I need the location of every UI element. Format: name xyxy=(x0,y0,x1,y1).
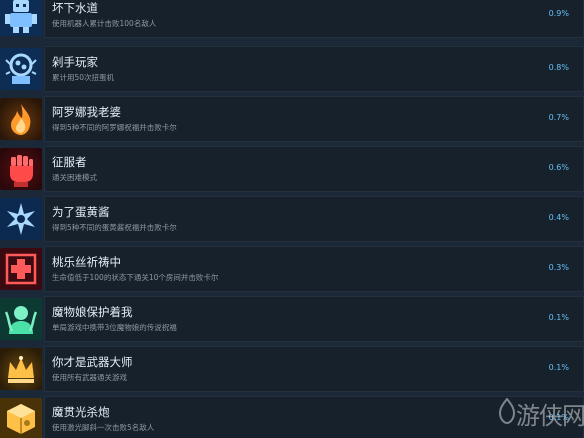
achievement-card: 魔物娘保护着我 单局游戏中携带3位魔物娘的传说祝福 0.1% xyxy=(44,296,584,342)
achievement-title: 魔物娘保护着我 xyxy=(52,305,133,319)
achievement-card: 剁手玩家 累计用50次扭蛋机 0.8% xyxy=(44,46,584,92)
crown-icon xyxy=(0,348,42,390)
achievement-title: 为了蛋黄酱 xyxy=(52,205,110,219)
achievement-percent: 0.1% xyxy=(548,313,569,322)
achievement-row[interactable]: 阿罗娜我老婆 得到5种不同的阿罗娜祝福并击败卡尔 0.7% xyxy=(0,96,584,142)
achievement-card: 坏下水道 使用机器人累计击败100名敌人 0.9% xyxy=(44,0,584,38)
achievement-row[interactable]: 魔贯光杀炮 使用激光脚斜一次击败5名敌人 0.1% xyxy=(0,396,584,438)
robot-icon xyxy=(0,0,42,36)
achievement-percent: 0.3% xyxy=(548,263,569,272)
achievement-percent: 0.8% xyxy=(548,63,569,72)
achievement-description: 得到5种不同的蛋黄酱祝福并击败卡尔 xyxy=(52,223,177,232)
achievement-row[interactable]: 你才是武器大师 使用所有武器通关游戏 0.1% xyxy=(0,346,584,392)
fist-icon xyxy=(0,148,42,190)
achievement-card: 你才是武器大师 使用所有武器通关游戏 0.1% xyxy=(44,346,584,392)
star-icon xyxy=(0,198,42,240)
achievement-row[interactable]: 桃乐丝祈祷中 生命值低于100的状态下通关10个房间并击败卡尔 0.3% xyxy=(0,246,584,292)
watermark-text: 游侠网 xyxy=(516,402,584,430)
achievement-card: 为了蛋黄酱 得到5种不同的蛋黄酱祝福并击败卡尔 0.4% xyxy=(44,196,584,242)
achievement-description: 生命值低于100的状态下通关10个房间并击败卡尔 xyxy=(52,273,219,282)
achievement-title: 征服者 xyxy=(52,155,87,169)
achievement-title: 坏下水道 xyxy=(52,1,98,15)
cross-icon xyxy=(0,248,42,290)
watermark-logo-icon xyxy=(498,398,516,424)
achievement-description: 使用机器人累计击败100名敌人 xyxy=(52,19,157,28)
achievement-description: 通关困难模式 xyxy=(52,173,97,182)
achievement-percent: 0.1% xyxy=(548,363,569,372)
flame-icon xyxy=(0,98,42,140)
achievement-card: 阿罗娜我老婆 得到5种不同的阿罗娜祝福并击败卡尔 0.7% xyxy=(44,96,584,142)
site-watermark: 游侠网 xyxy=(498,392,584,430)
achievement-card: 征服者 通关困难模式 0.6% xyxy=(44,146,584,192)
achievement-row[interactable]: 坏下水道 使用机器人累计击败100名敌人 0.9% xyxy=(0,0,584,38)
achievement-list: 坏下水道 使用机器人累计击败100名敌人 0.9% 剁手玩家 累计用50次扭蛋机… xyxy=(0,0,584,438)
achievement-percent: 0.9% xyxy=(548,9,569,18)
achievement-percent: 0.6% xyxy=(548,163,569,172)
achievement-title: 魔贯光杀炮 xyxy=(52,405,110,419)
achievement-row[interactable]: 剁手玩家 累计用50次扭蛋机 0.8% xyxy=(0,46,584,92)
monster-icon xyxy=(0,298,42,340)
achievement-title: 阿罗娜我老婆 xyxy=(52,105,121,119)
achievement-row[interactable]: 征服者 通关困难模式 0.6% xyxy=(0,146,584,192)
cube-icon xyxy=(0,398,42,438)
achievement-row[interactable]: 魔物娘保护着我 单局游戏中携带3位魔物娘的传说祝福 0.1% xyxy=(0,296,584,342)
achievement-title: 桃乐丝祈祷中 xyxy=(52,255,121,269)
achievement-description: 单局游戏中携带3位魔物娘的传说祝福 xyxy=(52,323,177,332)
achievement-percent: 0.4% xyxy=(548,213,569,222)
achievement-description: 得到5种不同的阿罗娜祝福并击败卡尔 xyxy=(52,123,177,132)
achievement-description: 累计用50次扭蛋机 xyxy=(52,73,115,82)
achievement-row[interactable]: 为了蛋黄酱 得到5种不同的蛋黄酱祝福并击败卡尔 0.4% xyxy=(0,196,584,242)
achievement-card: 桃乐丝祈祷中 生命值低于100的状态下通关10个房间并击败卡尔 0.3% xyxy=(44,246,584,292)
achievement-percent: 0.7% xyxy=(548,113,569,122)
gashapon-icon xyxy=(0,48,42,90)
achievement-title: 你才是武器大师 xyxy=(52,355,133,369)
achievement-description: 使用所有武器通关游戏 xyxy=(52,373,127,382)
achievement-description: 使用激光脚斜一次击败5名敌人 xyxy=(52,423,155,432)
achievement-title: 剁手玩家 xyxy=(52,55,98,69)
